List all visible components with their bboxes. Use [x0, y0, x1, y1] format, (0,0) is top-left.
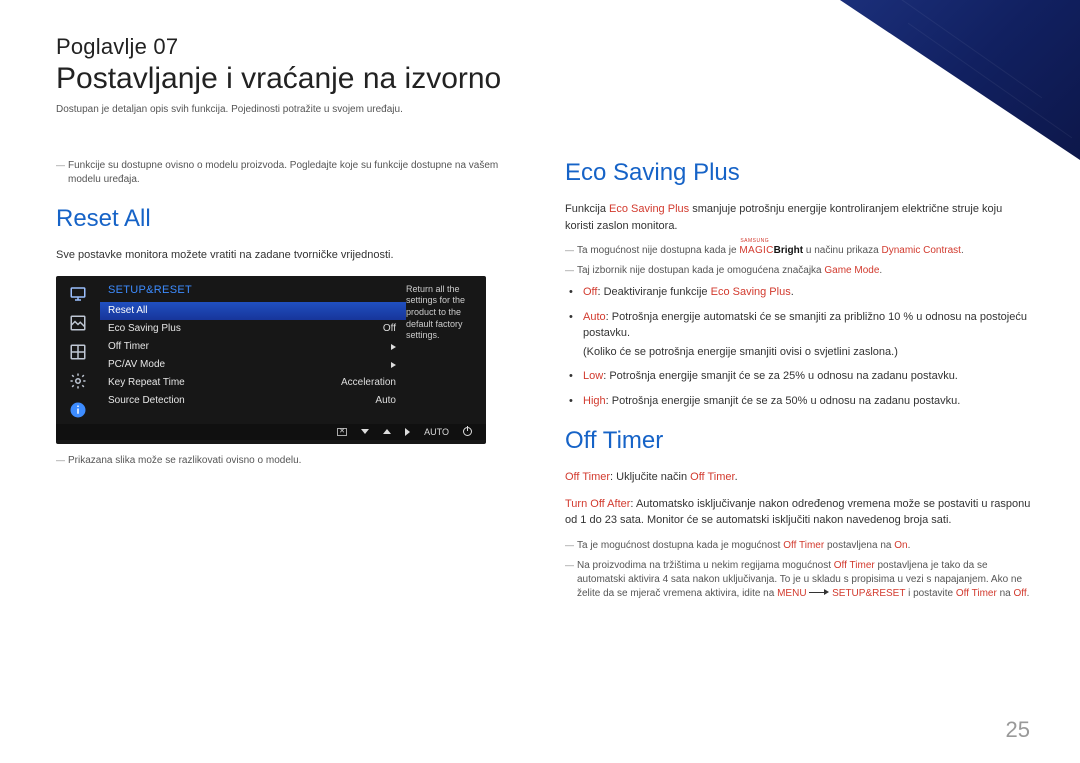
osd-exit-icon[interactable]: [337, 428, 347, 436]
osd-row-eco[interactable]: Eco Saving Plus Off: [100, 320, 406, 338]
reset-all-description: Sve postavke monitora možete vratiti na …: [56, 247, 523, 264]
osd-power-icon[interactable]: [463, 427, 472, 436]
eco-heading: Eco Saving Plus: [565, 159, 1032, 187]
picture-icon: [67, 313, 89, 333]
gear-icon: [67, 371, 89, 391]
offtimer-note1: Ta je mogućnost dostupna kada je mogućno…: [565, 539, 1032, 553]
left-column: Funkcije su dostupne ovisno o modelu pro…: [56, 159, 523, 607]
osd-right-icon[interactable]: [405, 428, 410, 436]
right-column: Eco Saving Plus Funkcija Eco Saving Plus…: [565, 159, 1032, 607]
osd-auto-label[interactable]: AUTO: [424, 427, 449, 437]
eco-option-off: Off: Deaktiviranje funkcije Eco Saving P…: [569, 284, 1032, 301]
offtimer-line2: Turn Off After: Automatsko isključivanje…: [565, 496, 1032, 529]
osd-up-icon[interactable]: [383, 429, 391, 434]
offtimer-note2: Na proizvodima na tržištima u nekim regi…: [565, 559, 1032, 601]
offtimer-heading: Off Timer: [565, 427, 1032, 455]
info-icon: [67, 400, 89, 420]
offtimer-line1: Off Timer: Uključite način Off Timer.: [565, 469, 1032, 486]
osd-button-bar: AUTO: [56, 424, 486, 440]
monitor-icon: [67, 284, 89, 304]
adjust-icon: [67, 342, 89, 362]
eco-option-auto: Auto: Potrošnja energije automatski će s…: [569, 309, 1032, 361]
osd-section-title: SETUP&RESET: [100, 276, 406, 302]
osd-panel: SETUP&RESET Reset All Eco Saving Plus Of…: [56, 276, 486, 444]
osd-row-offtimer[interactable]: Off Timer: [100, 338, 406, 356]
eco-option-high: High: Potrošnja energije smanjit će se z…: [569, 393, 1032, 410]
osd-row-source[interactable]: Source Detection Auto: [100, 392, 406, 410]
osd-row-keyrepeat[interactable]: Key Repeat Time Acceleration: [100, 374, 406, 392]
reset-all-heading: Reset All: [56, 205, 523, 233]
image-varies-note: Prikazana slika može se razlikovati ovis…: [56, 454, 523, 468]
chevron-right-icon: [391, 362, 396, 368]
eco-options-list: Off: Deaktiviranje funkcije Eco Saving P…: [569, 284, 1032, 409]
eco-note-1: Ta mogućnost nije dostupna kada je SAMSU…: [565, 244, 1032, 258]
osd-row-pcav[interactable]: PC/AV Mode: [100, 356, 406, 374]
osd-row-reset-all[interactable]: Reset All: [100, 302, 406, 320]
arrow-right-icon: [809, 589, 829, 596]
eco-description: Funkcija Eco Saving Plus smanjuje potroš…: [565, 201, 1032, 234]
chapter-heading: Poglavlje 07: [56, 34, 1032, 60]
eco-note-2: Taj izbornik nije dostupan kada je omogu…: [565, 264, 1032, 278]
osd-down-icon[interactable]: [361, 429, 369, 434]
chevron-right-icon: [391, 344, 396, 350]
model-note: Funkcije su dostupne ovisno o modelu pro…: [56, 159, 523, 187]
eco-option-low: Low: Potrošnja energije smanjit će se za…: [569, 368, 1032, 385]
page-number: 25: [1006, 717, 1030, 743]
page-title: Postavljanje i vraćanje na izvorno: [56, 62, 1032, 96]
osd-help-text: Return all the settings for the product …: [406, 276, 486, 420]
page-intro: Dostupan je detaljan opis svih funkcija.…: [56, 104, 1032, 115]
